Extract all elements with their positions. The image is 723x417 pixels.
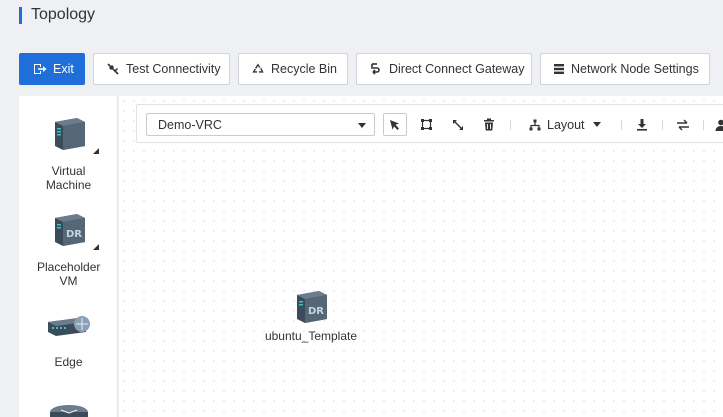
pointer-icon (390, 119, 399, 130)
edge-router-icon (44, 312, 94, 344)
network-node-settings-label: Network Node Settings (571, 62, 699, 76)
node-palette: Virtual Machine DR Placeholder VM Edge (19, 96, 118, 417)
swap-tool[interactable] (671, 113, 695, 136)
pointer-tool[interactable] (383, 113, 407, 136)
delete-tool[interactable] (477, 113, 501, 136)
direct-connect-gateway-button[interactable]: Direct Connect Gateway (356, 53, 532, 85)
router-icon (47, 404, 91, 417)
recycle-bin-label: Recycle Bin (271, 62, 337, 76)
palette-item-virtual-machine[interactable]: Virtual Machine (19, 114, 117, 192)
svg-text:DR: DR (65, 229, 81, 240)
toolbar-divider (703, 120, 704, 130)
delete-icon (484, 118, 494, 131)
vrc-select-value: Demo-VRC (158, 117, 222, 132)
test-connectivity-icon (107, 63, 119, 75)
toolbar-divider (510, 120, 511, 130)
topology-toolbar: Demo-VRC Layout (136, 104, 723, 143)
server-list-icon (554, 64, 564, 74)
toolbar-divider (621, 120, 622, 130)
page-title-text: Topology (31, 6, 96, 23)
select-area-icon (420, 119, 432, 130)
palette-item-placeholder-vm[interactable]: DR Placeholder VM (19, 210, 117, 288)
exit-label: Exit (53, 62, 74, 76)
node-label: ubuntu_Template (264, 329, 358, 343)
dr-placeholder-icon: DR (49, 210, 99, 250)
gateway-icon (371, 63, 380, 75)
exit-button[interactable]: Exit (19, 53, 85, 85)
palette-label-placeholder-vm: Placeholder VM (37, 260, 101, 288)
network-node-settings-button[interactable]: Network Node Settings (540, 53, 710, 85)
chevron-down-icon (592, 122, 601, 127)
palette-label-virtual-machine: Virtual Machine (45, 164, 92, 192)
topology-canvas[interactable] (119, 96, 723, 417)
direct-connect-gateway-label: Direct Connect Gateway (389, 62, 525, 76)
vrc-select[interactable]: Demo-VRC (146, 113, 375, 136)
recycle-icon (252, 63, 264, 73)
resize-tool[interactable] (446, 113, 470, 136)
swap-icon (677, 119, 689, 130)
select-area-tool[interactable] (414, 113, 438, 136)
test-connectivity-label: Test Connectivity (126, 62, 221, 76)
main-toolbar: Exit Test Connectivity Recycle Bin Direc… (19, 53, 710, 85)
recycle-bin-button[interactable]: Recycle Bin (238, 53, 348, 85)
dr-placeholder-icon: DR (297, 291, 327, 323)
svg-text:DR: DR (308, 306, 324, 317)
user-tool[interactable] (709, 113, 723, 136)
palette-item-edge[interactable]: Edge (19, 312, 117, 369)
download-icon (637, 119, 647, 131)
palette-item-router[interactable] (19, 404, 117, 417)
user-icon (715, 119, 723, 131)
palette-label-edge: Edge (54, 355, 83, 369)
resize-icon (453, 119, 463, 130)
test-connectivity-button[interactable]: Test Connectivity (93, 53, 230, 85)
exit-icon (34, 64, 47, 74)
virtual-machine-icon (49, 114, 99, 154)
layout-icon (529, 119, 541, 130)
chevron-down-icon (358, 123, 366, 128)
canvas-node-ubuntu-template[interactable]: DR ubuntu_Template (255, 287, 367, 343)
layout-dropdown[interactable]: Layout (529, 113, 601, 136)
download-tool[interactable] (630, 113, 654, 136)
page-title: Topology (19, 6, 95, 24)
title-accent-bar (19, 6, 22, 24)
toolbar-divider (662, 120, 663, 130)
layout-label: Layout (547, 117, 585, 132)
